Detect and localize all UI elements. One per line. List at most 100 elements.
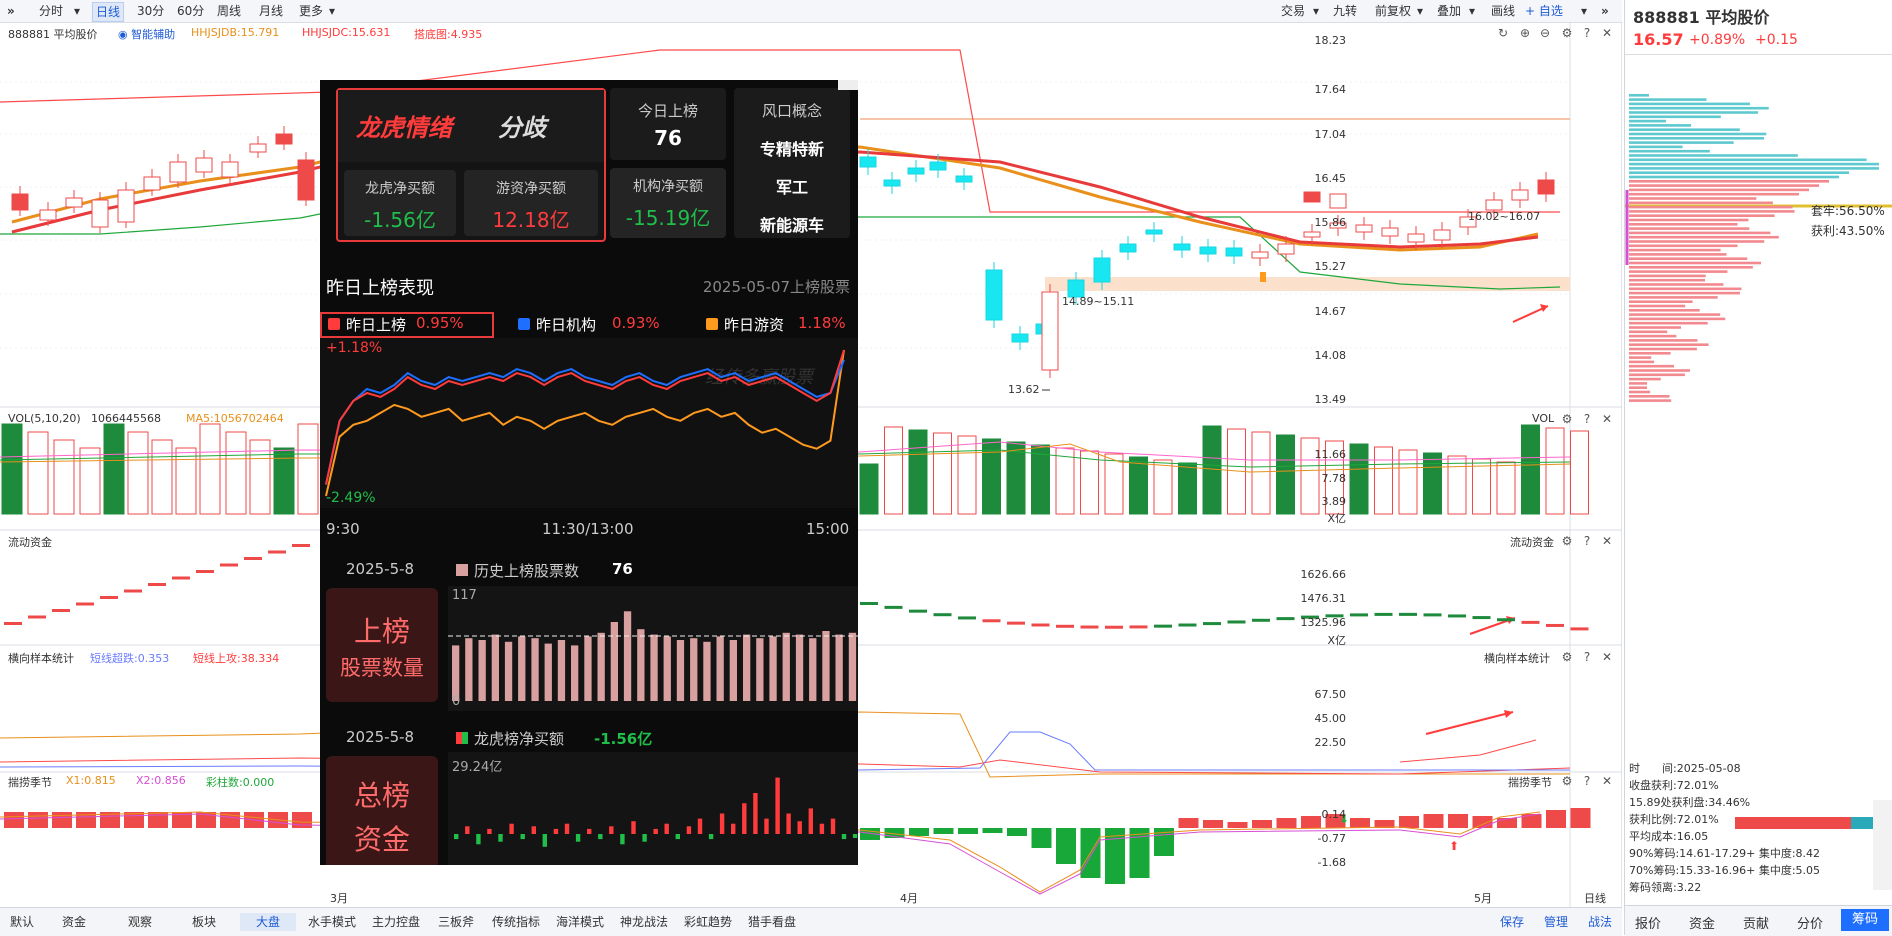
chip-bar xyxy=(1629,223,1738,226)
overlay-dropdown-icon[interactable]: ▾ xyxy=(1466,2,1478,20)
tab-quote[interactable]: 报价 xyxy=(1635,913,1661,932)
concept-item[interactable]: 新能源车 xyxy=(734,212,850,236)
stock-name-label: 888881 平均股价 xyxy=(8,28,98,41)
trade-dropdown-icon[interactable]: ▾ xyxy=(1310,2,1322,20)
intraday-chart: 经传多赢股票 xyxy=(320,338,858,508)
settings-icon[interactable]: ⚙ xyxy=(1560,412,1574,426)
flow-segment xyxy=(884,605,903,609)
tab-chips[interactable]: 筹码 xyxy=(1841,909,1889,931)
help-icon[interactable]: ? xyxy=(1580,774,1594,788)
season-bar xyxy=(982,828,1003,833)
count-bar xyxy=(809,638,817,701)
vol-title-right: VOL xyxy=(1532,412,1555,425)
template-watch[interactable]: 观察 xyxy=(128,913,152,931)
template-sailor[interactable]: 水手模式 xyxy=(308,913,356,931)
tab-60min[interactable]: 60分 xyxy=(174,2,207,20)
side-scroll[interactable] xyxy=(1873,800,1892,890)
chip-bar xyxy=(1629,309,1700,312)
trade-menu[interactable]: 交易 xyxy=(1278,2,1308,20)
candle xyxy=(1251,251,1269,259)
tab-monthly[interactable]: 月线 xyxy=(256,2,286,20)
more-dropdown-icon[interactable]: ▾ xyxy=(326,2,338,20)
season-bar xyxy=(1399,816,1419,828)
chip-bar xyxy=(1629,205,1793,209)
money-bar xyxy=(719,813,725,834)
template-hunter[interactable]: 猎手看盘 xyxy=(748,913,796,931)
settings-icon[interactable]: ⚙ xyxy=(1560,534,1574,548)
settings-icon[interactable]: ⚙ xyxy=(1560,26,1574,40)
tab-more[interactable]: 更多 xyxy=(296,2,326,20)
tab-weekly[interactable]: 周线 xyxy=(214,2,244,20)
season-bar xyxy=(1570,808,1591,828)
chip-bar xyxy=(1629,102,1750,106)
template-rainbow[interactable]: 彩虹趋势 xyxy=(684,913,732,931)
settings-icon[interactable]: ⚙ xyxy=(1560,650,1574,664)
season-label: 揣捞季节 xyxy=(8,776,52,789)
dragon-tiger-popup[interactable]: 龙虎情绪 分歧 龙虎净买额 -1.56亿 游资净买额 12.18亿 今日上榜 7… xyxy=(320,80,858,865)
concept-item[interactable]: 军工 xyxy=(734,174,850,198)
template-dragon[interactable]: 神龙战法 xyxy=(620,913,668,931)
draw-button[interactable]: 画线 xyxy=(1488,2,1518,20)
strategy-button[interactable]: 战法 xyxy=(1588,913,1612,931)
y-unit: X亿 xyxy=(1327,634,1346,647)
tab-30min[interactable]: 30分 xyxy=(134,2,167,20)
template-traditional[interactable]: 传统指标 xyxy=(492,913,540,931)
watchlist-dropdown-icon[interactable]: ▾ xyxy=(1578,2,1590,20)
close-icon[interactable]: ✕ xyxy=(1600,774,1614,788)
stat-line: 15.89处获利盘:34.46% xyxy=(1629,796,1751,809)
help-icon[interactable]: ? xyxy=(1580,650,1594,664)
close-icon[interactable]: ✕ xyxy=(1600,412,1614,426)
right-price: 16.57 xyxy=(1633,30,1684,49)
jiuzhuan-button[interactable]: 九转 xyxy=(1330,2,1360,20)
candle xyxy=(1173,243,1191,251)
popup-corner xyxy=(838,80,858,90)
help-icon[interactable]: ? xyxy=(1580,26,1594,40)
concept-item[interactable]: 专精特新 xyxy=(734,136,850,160)
fenshi-dropdown-icon[interactable]: ▾ xyxy=(71,2,83,20)
expand-icon[interactable]: » xyxy=(4,2,18,20)
template-fund[interactable]: 资金 xyxy=(62,913,86,931)
flow-segment xyxy=(1080,625,1099,629)
close-icon[interactable]: ✕ xyxy=(1600,26,1614,40)
refresh-icon[interactable]: ↻ xyxy=(1496,26,1510,40)
minus-icon[interactable]: ⊖ xyxy=(1538,26,1552,40)
tab-price-dist[interactable]: 分价 xyxy=(1797,913,1823,932)
chip-bar xyxy=(1629,94,1649,97)
template-default[interactable]: 默认 xyxy=(10,913,34,931)
flow-segment xyxy=(1570,627,1589,631)
overlay-menu[interactable]: 叠加 xyxy=(1434,2,1464,20)
candle xyxy=(883,179,901,187)
settings-icon[interactable]: ⚙ xyxy=(1560,774,1574,788)
season-bar xyxy=(909,828,929,836)
adjust-dropdown-icon[interactable]: ▾ xyxy=(1414,2,1426,20)
smart-assist-toggle[interactable]: ◉ 智能辅助 xyxy=(118,26,175,42)
tab-contribution[interactable]: 贡献 xyxy=(1743,913,1769,932)
help-icon[interactable]: ? xyxy=(1580,412,1594,426)
time-close: 15:00 xyxy=(806,520,850,538)
manage-button[interactable]: 管理 xyxy=(1544,913,1568,931)
flow-segment xyxy=(52,609,70,612)
template-ocean[interactable]: 海洋模式 xyxy=(556,913,604,931)
volume-bar xyxy=(1423,452,1442,515)
template-sector[interactable]: 板块 xyxy=(192,913,216,931)
template-main-control[interactable]: 主力控盘 xyxy=(372,913,420,931)
chip-bar xyxy=(1629,369,1691,372)
plus-icon[interactable]: ⊕ xyxy=(1518,26,1532,40)
close-icon[interactable]: ✕ xyxy=(1600,650,1614,664)
range-high-label: 16.02~16.07 xyxy=(1468,210,1540,223)
help-icon[interactable]: ? xyxy=(1580,534,1594,548)
add-watchlist-button[interactable]: + 自选 xyxy=(1522,2,1566,20)
save-button[interactable]: 保存 xyxy=(1500,913,1524,931)
adjust-menu[interactable]: 前复权 xyxy=(1372,2,1414,20)
tab-fenshi[interactable]: 分时 xyxy=(36,2,66,20)
period-label: 日线 xyxy=(1584,892,1606,905)
tab-daily[interactable]: 日线 xyxy=(92,2,125,22)
chip-bar xyxy=(1629,162,1879,166)
tab-fund[interactable]: 资金 xyxy=(1689,913,1715,932)
template-market[interactable]: 大盘 xyxy=(240,913,296,931)
close-icon[interactable]: ✕ xyxy=(1600,534,1614,548)
season-bars-count: 彩柱数:0.000 xyxy=(206,776,275,789)
candle xyxy=(1355,224,1373,233)
collapse-icon[interactable]: » xyxy=(1598,2,1612,20)
template-three-axe[interactable]: 三板斧 xyxy=(438,913,474,931)
